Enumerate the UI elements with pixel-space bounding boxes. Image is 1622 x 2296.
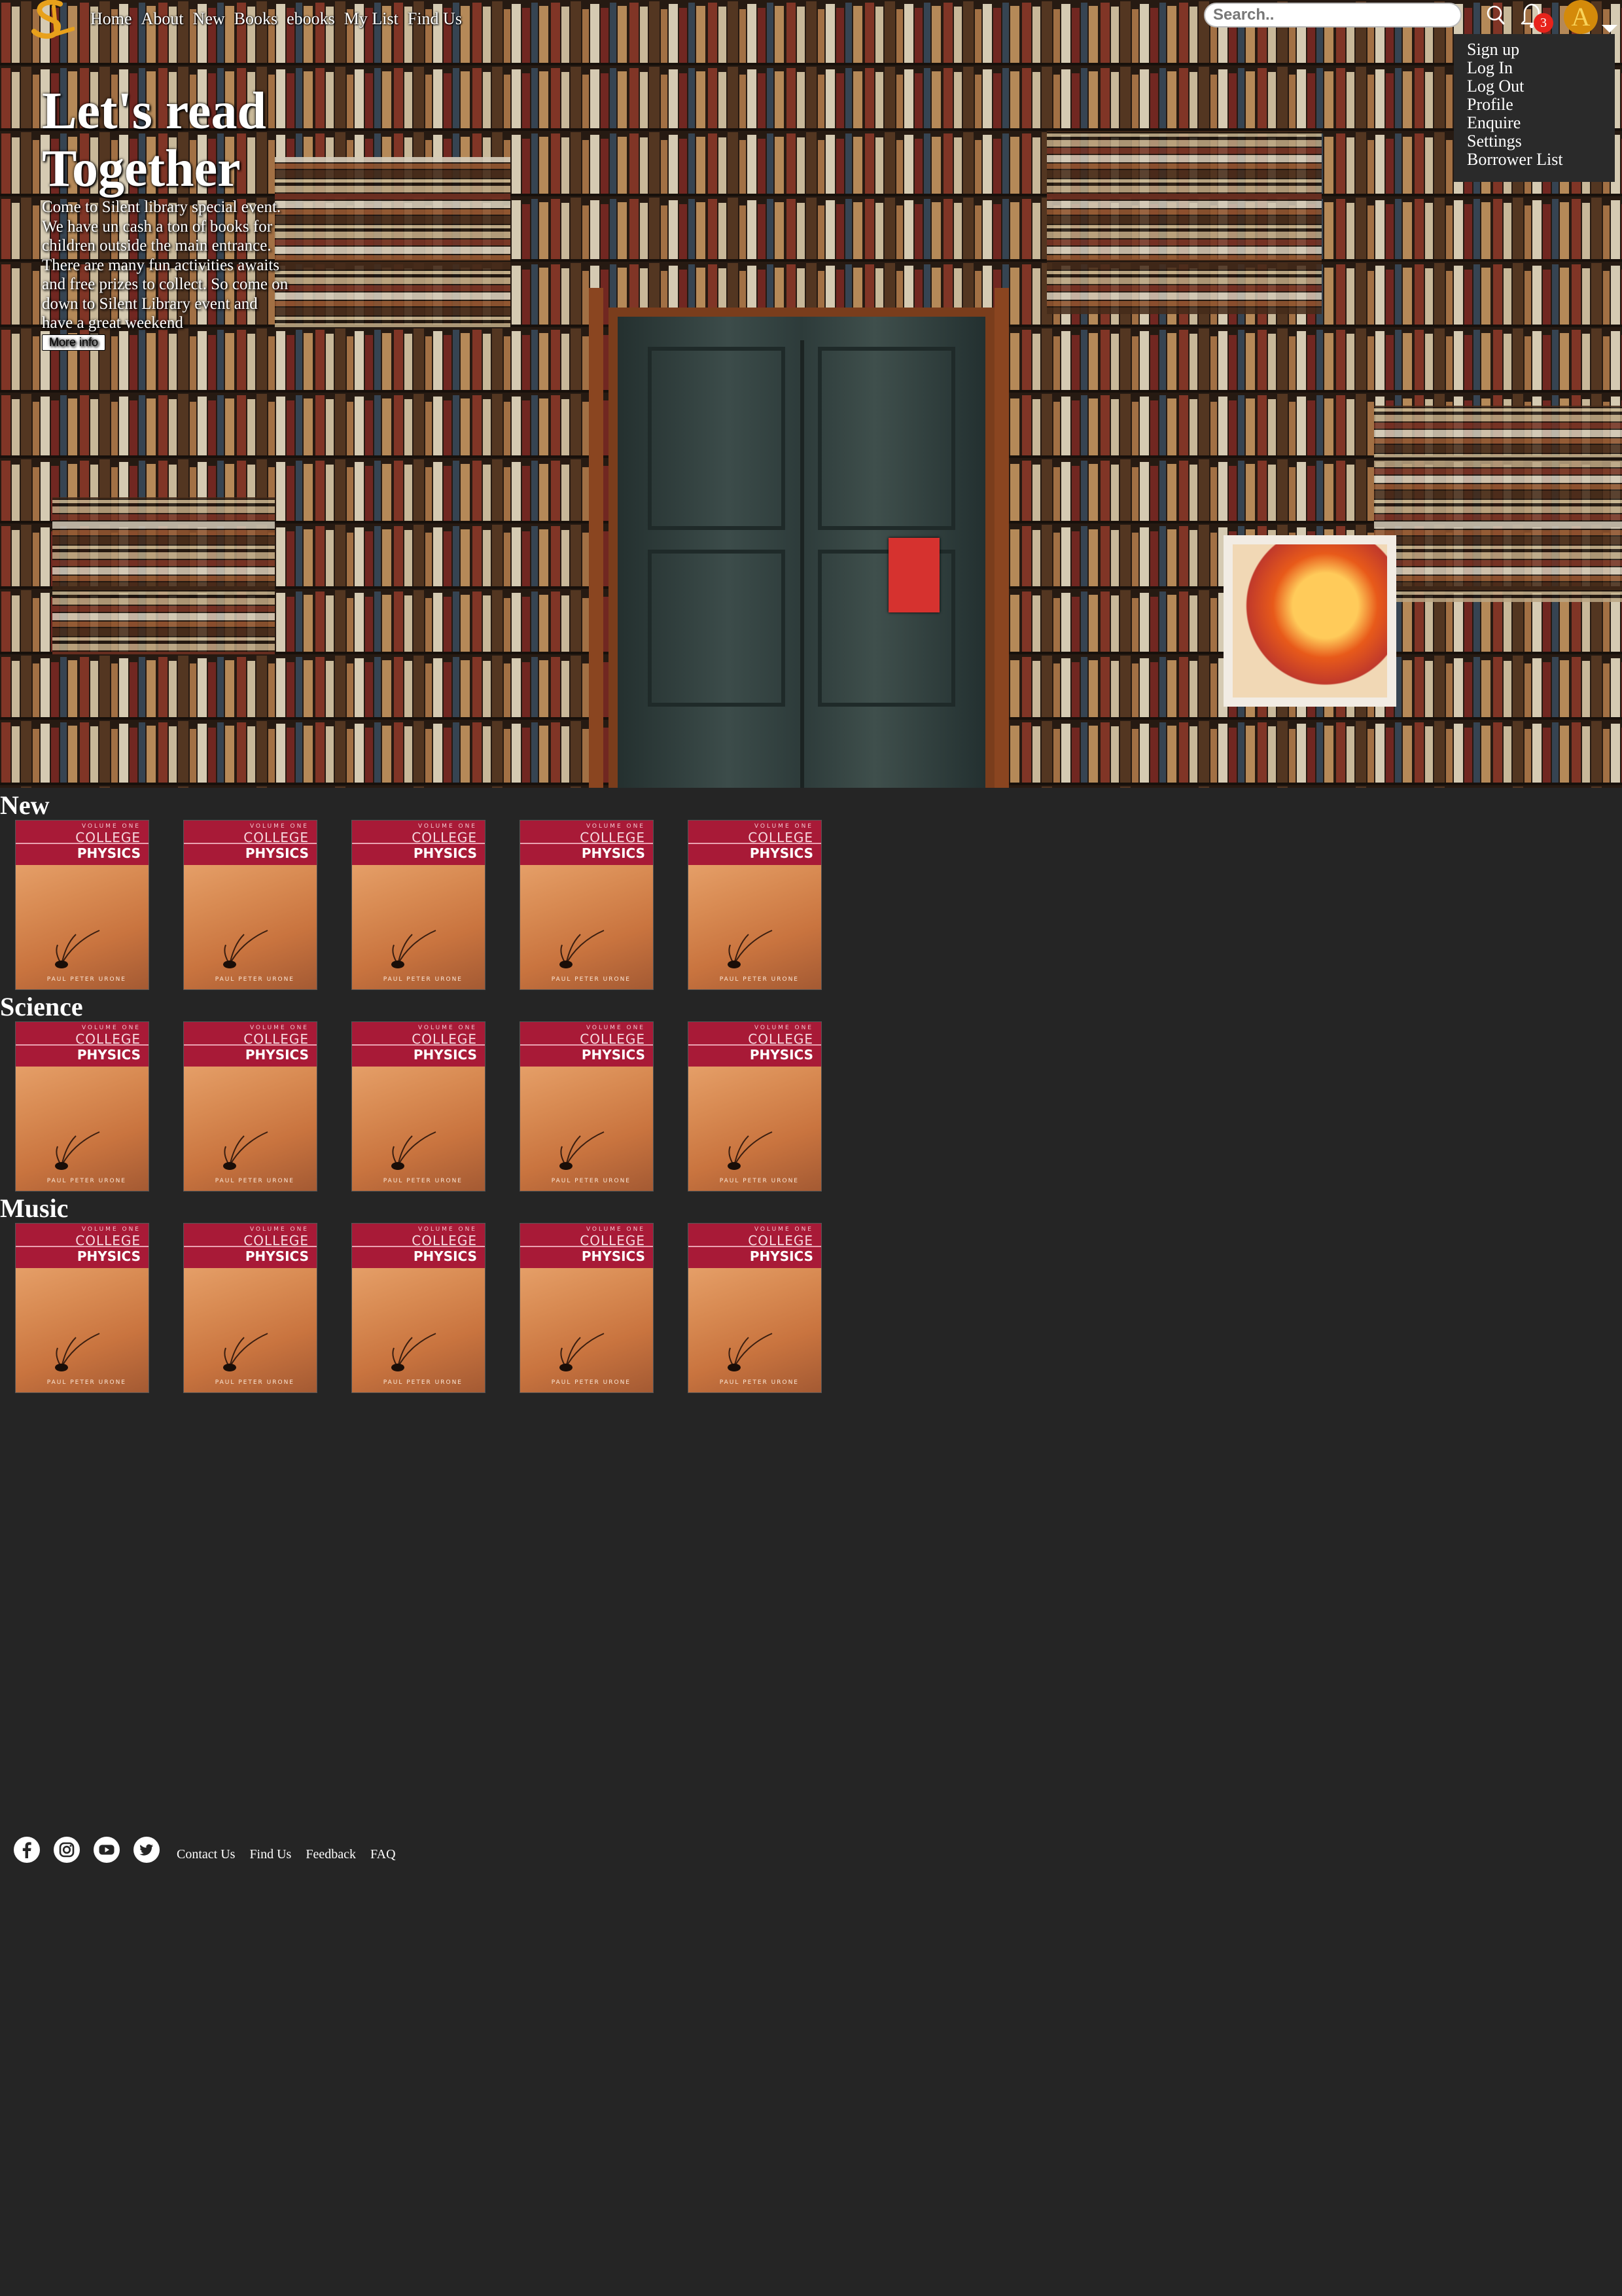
book-cover[interactable]: VOLUME ONE COLLEGE PHYSICS PAUL PETER URONE <box>688 821 821 989</box>
notification-badge: 3 <box>1534 13 1553 33</box>
footer-link-feedback[interactable]: Feedback <box>306 1847 356 1862</box>
nav-books[interactable]: Books <box>234 9 277 29</box>
book-cover[interactable]: VOLUME ONE COLLEGE PHYSICS PAUL PETER URONE <box>16 1224 149 1392</box>
book-cover[interactable]: VOLUME ONE COLLEGE PHYSICS PAUL PETER URONE <box>688 1224 821 1392</box>
nav-about[interactable]: About <box>141 9 184 29</box>
book-cover[interactable]: VOLUME ONE COLLEGE PHYSICS PAUL PETER URONE <box>352 1224 485 1392</box>
book-cover[interactable]: VOLUME ONE COLLEGE PHYSICS PAUL PETER URONE <box>16 1022 149 1191</box>
logo-icon[interactable] <box>27 0 75 43</box>
search-icon[interactable] <box>1483 0 1509 29</box>
book-cover[interactable]: VOLUME ONE COLLEGE PHYSICS PAUL PETER URONE <box>16 821 149 989</box>
instagram-icon[interactable] <box>53 1836 80 1863</box>
chevron-down-icon[interactable] <box>1602 25 1617 33</box>
hero-title: Let's read Together <box>42 82 266 198</box>
twitter-icon[interactable] <box>133 1836 160 1863</box>
menu-item-log-out[interactable]: Log Out <box>1467 77 1602 96</box>
book-cover[interactable]: VOLUME ONE COLLEGE PHYSICS PAUL PETER URONE <box>184 1022 317 1191</box>
footer-link-faq[interactable]: FAQ <box>370 1847 396 1862</box>
search-input[interactable] <box>1204 3 1462 27</box>
more-info-button[interactable]: More info <box>42 334 106 351</box>
door-split <box>800 340 804 788</box>
book-row-music: VOLUME ONE COLLEGE PHYSICS PAUL PETER URONE… <box>16 1224 821 1392</box>
section-title-science: Science <box>0 992 83 1021</box>
door-panel <box>648 550 785 707</box>
door-panel <box>818 347 955 530</box>
hero-text-block: Let's read Together Come to Silent libra… <box>42 82 291 351</box>
nav-ebooks[interactable]: ebooks <box>287 9 335 29</box>
book-row-new: VOLUME ONE COLLEGE PHYSICS PAUL PETER URONE… <box>16 821 821 989</box>
book-cover[interactable]: VOLUME ONE COLLEGE PHYSICS PAUL PETER URONE <box>184 821 317 989</box>
section-title-music: Music <box>0 1193 69 1223</box>
youtube-icon[interactable] <box>93 1836 120 1863</box>
book-cover[interactable]: VOLUME ONE COLLEGE PHYSICS PAUL PETER URONE <box>520 1022 653 1191</box>
hero-description: Come to Silent library special event. We… <box>42 198 289 332</box>
nav-new[interactable]: New <box>193 9 225 29</box>
book-cover[interactable]: VOLUME ONE COLLEGE PHYSICS PAUL PETER URONE <box>352 821 485 989</box>
book-cover[interactable]: VOLUME ONE COLLEGE PHYSICS PAUL PETER URONE <box>520 1224 653 1392</box>
nav-home[interactable]: Home <box>90 9 132 29</box>
footer: Contact Us Find Us Feedback FAQ <box>13 1836 396 1863</box>
book-cover[interactable]: VOLUME ONE COLLEGE PHYSICS PAUL PETER URONE <box>184 1224 317 1392</box>
facebook-icon[interactable] <box>13 1836 41 1863</box>
footer-link-find-us[interactable]: Find Us <box>249 1847 291 1862</box>
menu-item-settings[interactable]: Settings <box>1467 132 1602 150</box>
menu-item-log-in[interactable]: Log In <box>1467 59 1602 77</box>
main-nav: Home About New Books ebooks My List Find… <box>90 9 462 29</box>
door-notice <box>889 538 940 612</box>
door-frame-left <box>589 288 603 788</box>
framed-painting <box>1224 535 1396 707</box>
menu-item-profile[interactable]: Profile <box>1467 96 1602 114</box>
nav-my-list[interactable]: My List <box>344 9 398 29</box>
menu-item-borrower-list[interactable]: Borrower List <box>1467 150 1602 169</box>
book-cover[interactable]: VOLUME ONE COLLEGE PHYSICS PAUL PETER URONE <box>520 821 653 989</box>
account-dropdown-menu: Sign up Log In Log Out Profile Enquire S… <box>1454 34 1615 182</box>
book-row-science: VOLUME ONE COLLEGE PHYSICS PAUL PETER URONE… <box>16 1022 821 1191</box>
avatar[interactable]: A <box>1564 0 1598 34</box>
book-cover[interactable]: VOLUME ONE COLLEGE PHYSICS PAUL PETER URONE <box>352 1022 485 1191</box>
section-title-new: New <box>0 790 50 820</box>
menu-item-enquire[interactable]: Enquire <box>1467 114 1602 132</box>
footer-link-contact-us[interactable]: Contact Us <box>177 1847 235 1862</box>
nav-find-us[interactable]: Find Us <box>408 9 462 29</box>
footer-links: Contact Us Find Us Feedback FAQ <box>177 1847 396 1862</box>
menu-item-sign-up[interactable]: Sign up <box>1467 41 1602 59</box>
door-panel <box>648 347 785 530</box>
book-cover[interactable]: VOLUME ONE COLLEGE PHYSICS PAUL PETER URONE <box>688 1022 821 1191</box>
door-frame-right <box>995 288 1009 788</box>
